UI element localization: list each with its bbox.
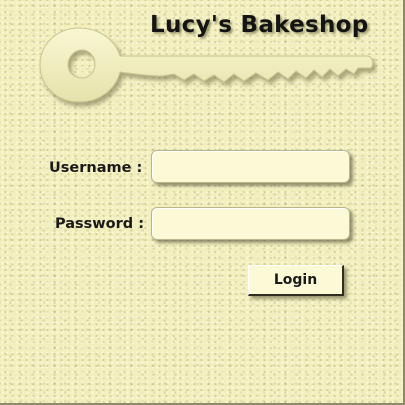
password-label: Password : [55,216,145,232]
username-label: Username : [49,160,143,176]
login-button[interactable]: Login [248,265,344,296]
page-title: Lucy's Bakeshop [150,12,369,38]
username-field[interactable] [151,150,350,183]
password-field[interactable] [151,207,350,240]
